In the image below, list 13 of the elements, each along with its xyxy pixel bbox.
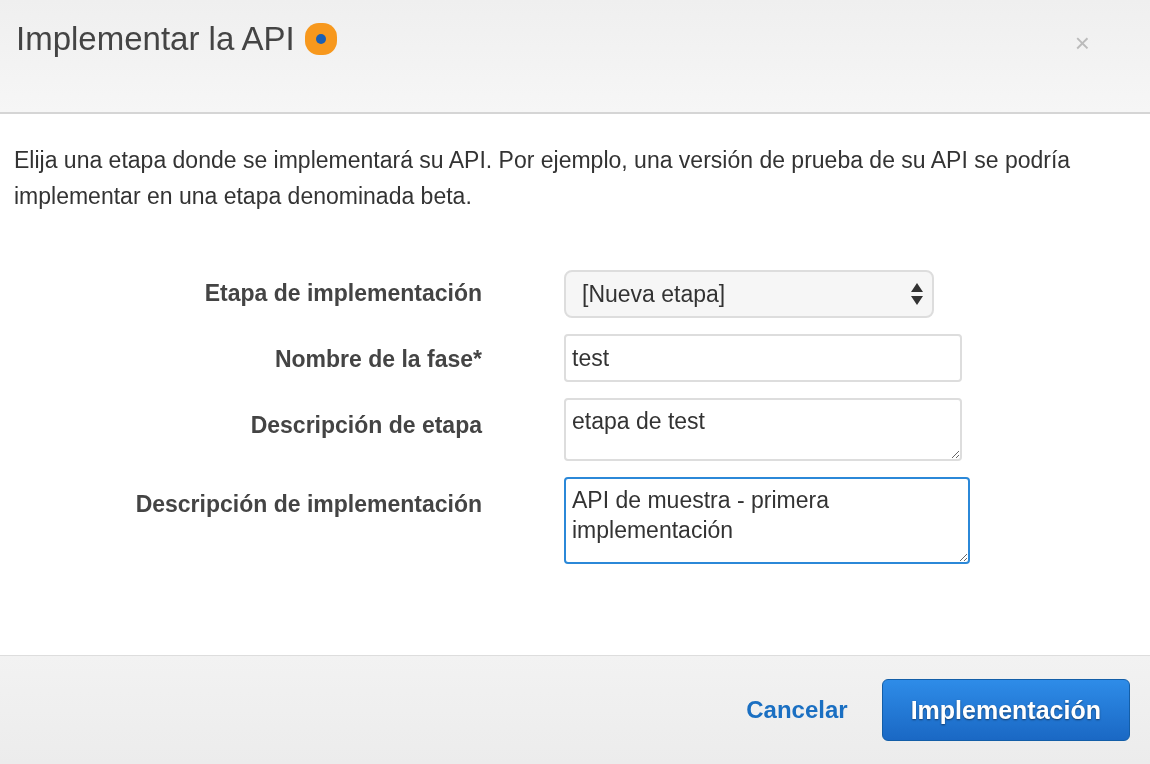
cancel-link[interactable]: Cancelar (746, 696, 848, 724)
textarea-field[interactable]: API de muestra - primera implementación (564, 477, 970, 564)
description-text: Elija una etapa donde se implementará su API. Por ejemplo, una versión de prueba de su API se podría implementar en una etapa denominada beta. (14, 146, 1072, 211)
stage-select[interactable]: [Nueva etapa] (564, 270, 934, 318)
field-label: Etapa de implementación (203, 279, 482, 307)
deploy-button[interactable]: Implementación (881, 679, 1130, 741)
sort-arrows-icon (910, 282, 924, 306)
dialog-title: Implementar la API (16, 20, 295, 58)
field-label: Descripción de etapa (249, 411, 482, 439)
field-label: Nombre de la fase* (273, 345, 482, 373)
field-label: Descripción de implementación (134, 490, 482, 518)
textarea-field[interactable]: etapa de test (564, 398, 962, 461)
input-field[interactable]: test (564, 334, 962, 382)
